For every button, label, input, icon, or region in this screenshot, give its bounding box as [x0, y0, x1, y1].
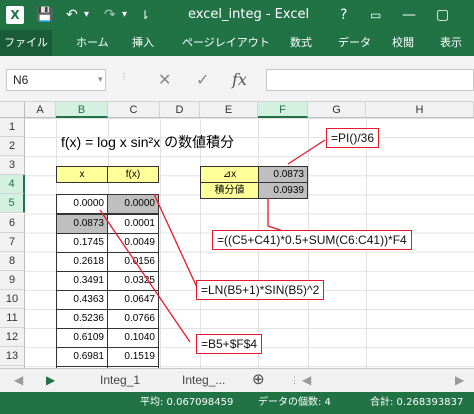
save-icon[interactable]: 💾 — [36, 0, 53, 30]
tab-review[interactable]: 校閲 — [392, 30, 414, 56]
redo-dropdown-icon[interactable]: ▾ — [122, 0, 127, 30]
tab-insert[interactable]: 挿入 — [132, 30, 154, 56]
title-bar: X 💾 ↶ ▾ ↷ ▾ ⇂ excel_integ - Excel ? ▭ — … — [0, 0, 474, 30]
h-scroll-right-icon[interactable]: ▶ — [455, 369, 464, 391]
status-average: 平均: 0.067098459 — [140, 397, 234, 408]
insert-function-icon[interactable]: fx — [232, 70, 247, 89]
undo-dropdown-icon[interactable]: ▾ — [84, 0, 89, 30]
excel-logo-icon: X — [6, 6, 24, 24]
h-scroll-left-icon[interactable]: ◀ — [302, 369, 311, 391]
tab-data[interactable]: データ — [338, 30, 371, 56]
status-sum: 合計: 0.268393837 — [370, 397, 464, 408]
connector-sum — [267, 198, 293, 235]
add-sheet-icon[interactable]: ⊕ — [252, 369, 265, 391]
tab-scroll-icon[interactable]: ⋮ — [290, 369, 299, 391]
customize-qat-icon[interactable]: ⇂ — [140, 0, 150, 30]
minimize-icon[interactable]: — — [402, 0, 416, 30]
connector-ln — [153, 193, 201, 295]
sheet-tab-bar: ◀ ▶ Integ_1 Integ_... ⊕ ⋮ ◀ ▶ — [0, 368, 474, 392]
name-box-dropdown-icon[interactable]: ▾ — [98, 75, 103, 85]
sheet-tab-integ-1[interactable]: Integ_1 — [100, 369, 140, 391]
undo-icon[interactable]: ↶ — [66, 0, 78, 30]
scroll-right-icon[interactable]: ▶ — [46, 369, 55, 391]
redo-icon[interactable]: ↷ — [104, 0, 116, 30]
ribbon-options-icon[interactable]: ▭ — [370, 0, 381, 30]
cancel-icon[interactable]: ✕ — [158, 70, 171, 89]
callout-ln: =LN(B5+1)*SIN(B5)^2 — [196, 280, 325, 300]
connector-pi — [287, 139, 326, 165]
status-count: データの個数: 4 — [258, 397, 331, 408]
tab-file[interactable]: ファイル — [0, 30, 52, 56]
help-icon[interactable]: ? — [340, 0, 347, 30]
worksheet-grid[interactable]: A B C D E F G H 123456789101112131415 f(… — [0, 102, 474, 406]
enter-icon[interactable]: ✓ — [196, 70, 209, 89]
tab-view[interactable]: 表示 — [440, 30, 462, 56]
scroll-left-icon[interactable]: ◀ — [14, 369, 23, 391]
tab-home[interactable]: ホーム — [76, 30, 109, 56]
splitter-handle-icon[interactable]: ⋮ — [120, 72, 128, 81]
tab-formulas[interactable]: 数式 — [290, 30, 312, 56]
maximize-icon[interactable]: ▢ — [436, 0, 449, 30]
ribbon-tabs: ファイル ホーム 挿入 ページレイアウト 数式 データ 校閲 表示 — [0, 30, 474, 56]
callout-pi: =PI()/36 — [326, 128, 380, 148]
tab-page-layout[interactable]: ページレイアウト — [182, 30, 270, 56]
status-bar: 平均: 0.067098459 データの個数: 4 合計: 0.26839383… — [0, 392, 474, 414]
window-title: excel_integ - Excel — [188, 7, 310, 22]
connector-step — [99, 209, 191, 343]
callout-step: =B5+$F$4 — [196, 334, 263, 354]
formula-input[interactable] — [266, 69, 474, 91]
name-box[interactable]: N6 — [6, 69, 106, 91]
callout-sum: =((C5+C41)*0.5+SUM(C6:C41))*F4 — [212, 230, 412, 250]
sheet-tab-integ-2[interactable]: Integ_... — [182, 369, 225, 391]
formula-bar: N6 ▾ ⋮ ✕ ✓ fx — [0, 56, 474, 102]
